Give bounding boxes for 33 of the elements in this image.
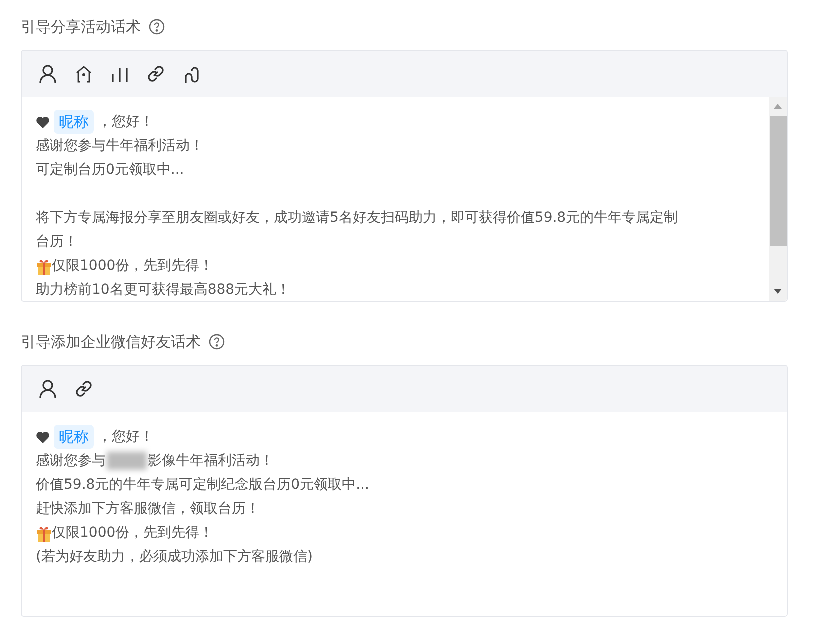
message-line: 感谢您参与 bbox=[36, 452, 106, 471]
section-title: 引导添加企业微信好友话术 bbox=[21, 332, 201, 352]
message-line: 感谢您参与牛年福利活动！ bbox=[36, 138, 204, 154]
message-editor[interactable]: 昵称 ，您好！ 感谢您参与牛年福利活动！ 可定制台历0元领取中... 将下方专属海报分享至朋友圈或好友，成功邀请5名好友扫码助力，即可获得价值59.8元的牛年专属定制台历！ 仅限1000份，先到先得！ 助力榜前10名更可获得最高888元大礼！ bbox=[22, 97, 769, 301]
curve-link-icon[interactable] bbox=[182, 64, 202, 84]
message-line: 将下方专属海报分享至朋友圈或好友，成功邀请5名好友扫码助力，即可获得价值59.8元的牛年专属定制台历！ bbox=[36, 210, 678, 250]
message-line: 仅限1000份，先到先得！ bbox=[52, 524, 214, 543]
message-editor[interactable]: 昵称 ，您好！ 感谢您参与 影像牛年福利活动！ 价值59.8元的牛年专属可定制纪念版台历0元领取中... 赶快添加下方客服微信，领取台历！ 仅限1000份，先到先得！ (若为好友助力，必须成功添加下方客服微信) bbox=[22, 412, 787, 616]
heart-icon bbox=[36, 430, 50, 444]
section-title: 引导分享活动话术 bbox=[21, 18, 141, 36]
message-line: 价值59.8元的牛年专属可定制纪念版台历0元领取中... bbox=[36, 477, 370, 493]
message-line: 仅限1000份，先到先得！ bbox=[52, 257, 214, 276]
message-line: 影像牛年福利活动！ bbox=[148, 452, 274, 471]
message-line: (若为好友助力，必须成功添加下方客服微信) bbox=[36, 549, 313, 565]
gift-icon bbox=[36, 524, 52, 542]
person-icon[interactable] bbox=[38, 379, 58, 399]
message-line: 可定制台历0元领取中... bbox=[36, 162, 184, 178]
link-icon[interactable] bbox=[74, 379, 94, 399]
house-icon[interactable] bbox=[74, 64, 94, 84]
message-line: 赶快添加下方客服微信，领取台历！ bbox=[36, 501, 260, 517]
nickname-tag: 昵称 bbox=[54, 110, 94, 134]
link-icon[interactable] bbox=[146, 64, 166, 84]
help-icon[interactable] bbox=[149, 19, 165, 35]
nickname-tag: 昵称 bbox=[54, 425, 94, 449]
gift-icon bbox=[36, 258, 52, 274]
greeting-text: ，您好！ bbox=[98, 113, 154, 132]
person-icon[interactable] bbox=[38, 64, 58, 84]
greeting-text: ，您好！ bbox=[98, 428, 154, 447]
scrollbar[interactable] bbox=[769, 97, 787, 301]
message-line: 助力榜前10名更可获得最高888元大礼！ bbox=[36, 282, 291, 298]
redaction-blur bbox=[107, 452, 147, 470]
heart-icon bbox=[36, 116, 50, 128]
help-icon[interactable] bbox=[209, 334, 225, 350]
